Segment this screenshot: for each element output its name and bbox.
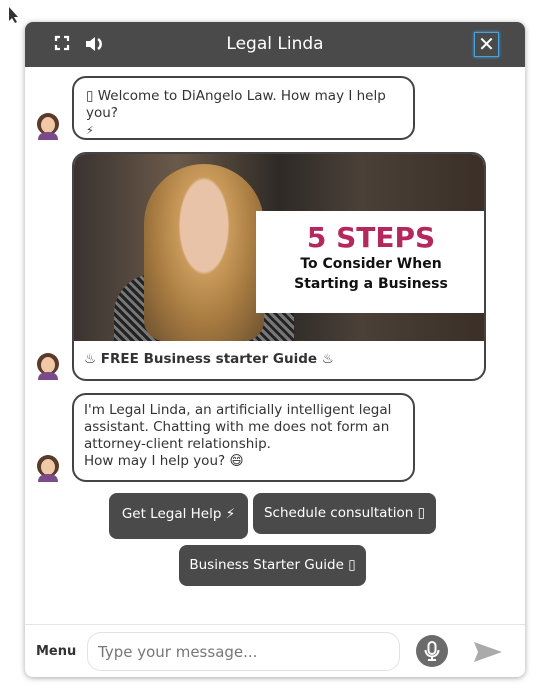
chat-title: Legal Linda bbox=[226, 34, 324, 54]
lightning-icon: ⚡ bbox=[86, 124, 94, 137]
chat-header: Legal Linda ✕ bbox=[25, 22, 525, 67]
microphone-button[interactable] bbox=[416, 635, 448, 667]
close-button[interactable]: ✕ bbox=[474, 32, 499, 57]
card-caption[interactable]: ♨ FREE Business starter Guide ♨ bbox=[84, 351, 334, 367]
image-heading: 5 STEPS bbox=[306, 221, 436, 254]
bot-avatar bbox=[35, 352, 61, 380]
message-line: attorney-client relationship. bbox=[84, 436, 271, 452]
guide-image[interactable]: 5 STEPS To Consider When Starting a Busi… bbox=[74, 154, 484, 341]
image-line: To Consider When bbox=[300, 256, 442, 272]
menu-button[interactable]: Menu bbox=[36, 644, 76, 659]
photo-person bbox=[144, 164, 264, 341]
send-icon bbox=[474, 642, 502, 662]
get-legal-help-button[interactable]: Get Legal Help ⚡ bbox=[109, 493, 248, 539]
bot-avatar bbox=[35, 112, 61, 140]
schedule-consultation-button[interactable]: Schedule consultation ▯ bbox=[253, 493, 436, 534]
message-line: assistant. Chatting with me does not for… bbox=[84, 419, 390, 435]
image-line: Starting a Business bbox=[294, 276, 448, 292]
guide-card[interactable]: 5 STEPS To Consider When Starting a Busi… bbox=[72, 152, 486, 381]
bot-message: ▯ Welcome to DiAngelo Law. How may I hel… bbox=[72, 76, 415, 140]
message-line: How may I help you? 😄 bbox=[84, 453, 244, 469]
chat-footer: Menu bbox=[25, 624, 525, 677]
image-overlay-text: 5 STEPS To Consider When Starting a Busi… bbox=[256, 211, 484, 313]
message-input[interactable] bbox=[87, 632, 400, 671]
chat-widget: Legal Linda ✕ ▯ Welcome to DiAngelo Law.… bbox=[25, 22, 525, 677]
message-line: I'm Legal Linda, an artificially intelli… bbox=[84, 402, 392, 418]
bot-avatar bbox=[35, 454, 61, 482]
message-text: ▯ Welcome to DiAngelo Law. How may I hel… bbox=[86, 88, 386, 121]
microphone-icon bbox=[424, 641, 440, 661]
bot-message: I'm Legal Linda, an artificially intelli… bbox=[72, 393, 415, 482]
business-starter-guide-button[interactable]: Business Starter Guide ▯ bbox=[179, 545, 366, 586]
send-button[interactable] bbox=[473, 641, 503, 667]
